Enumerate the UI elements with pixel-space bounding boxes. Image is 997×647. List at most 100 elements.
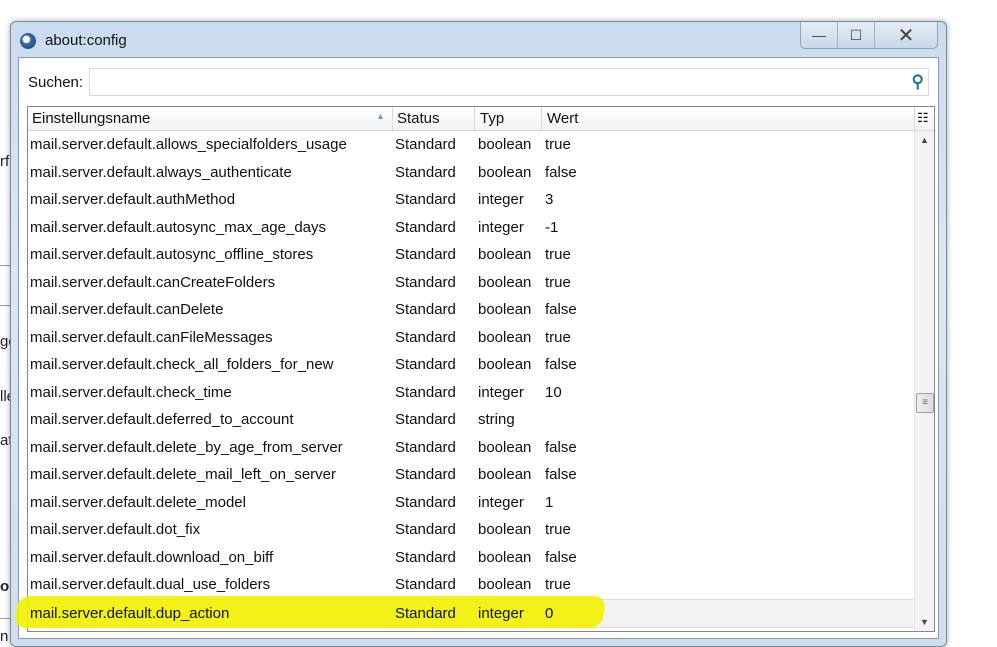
pref-status: Standard xyxy=(395,411,456,428)
pref-status: Standard xyxy=(395,218,456,236)
pref-type: boolean xyxy=(478,438,532,456)
pref-status: Standard xyxy=(395,576,456,593)
column-header-name[interactable]: Einstellungsname xyxy=(32,110,150,127)
pref-status: Standard xyxy=(395,383,456,401)
table-row[interactable]: mail.server.default.check_time Standard in… xyxy=(28,379,914,406)
pref-type: integer xyxy=(478,218,524,236)
pref-name: mail.server.default.autosync_max_age_day… xyxy=(30,218,327,236)
pref-value: 10 xyxy=(545,383,562,401)
column-header-value[interactable]: Wert xyxy=(547,110,578,127)
scroll-up-arrow-icon[interactable]: ▲ xyxy=(915,135,934,145)
pref-type: boolean xyxy=(478,328,532,346)
table-row[interactable]: mail.server.default.canFileMessages Stand… xyxy=(28,324,914,351)
thunderbird-icon xyxy=(20,33,36,49)
pref-value: true xyxy=(545,246,571,263)
background-text: n xyxy=(0,628,9,645)
pref-name: mail.server.default.canCreateFolders xyxy=(30,273,276,291)
pref-name: mail.server.default.download_on_biff xyxy=(30,548,274,566)
pref-name: mail.server.default.canFileMessages xyxy=(30,328,273,346)
pref-name: mail.server.default.check_all_folders_fo… xyxy=(30,356,334,373)
pref-type: boolean xyxy=(478,548,532,566)
about-config-window: about:config — ☐ ✕ Suchen: ⚲ Einstellung… xyxy=(10,21,947,647)
maximize-button[interactable]: ☐ xyxy=(837,22,874,48)
pref-type: integer xyxy=(478,604,524,622)
pref-name: mail.server.default.dual_use_folders xyxy=(30,576,271,593)
pref-status: Standard xyxy=(395,136,456,153)
pref-status: Standard xyxy=(395,521,456,538)
table-row[interactable]: mail.server.default.autosync_offline_sto… xyxy=(28,241,914,268)
table-row[interactable]: mail.server.default.canCreateFolders Stan… xyxy=(28,269,914,296)
close-button[interactable]: ✕ xyxy=(874,22,937,48)
pref-type: string xyxy=(478,411,515,428)
pref-type: boolean xyxy=(478,356,532,373)
pref-value: 3 xyxy=(545,191,554,208)
pref-name: mail.server.default.delete_mail_left_on_… xyxy=(30,466,336,483)
pref-value: false xyxy=(545,301,577,318)
pref-value: true xyxy=(545,136,571,153)
pref-name: mail.server.default.allows_specialfolder… xyxy=(30,136,347,153)
pref-type: integer xyxy=(478,493,524,511)
pref-value: true xyxy=(545,521,571,538)
scroll-down-arrow-icon[interactable]: ▼ xyxy=(915,617,934,627)
pref-name: mail.server.default.check_time xyxy=(30,383,232,401)
table-row[interactable]: mail.server.default.dual_use_folders Stan… xyxy=(28,571,914,598)
pref-status: Standard xyxy=(395,548,456,566)
pref-value: true xyxy=(545,328,571,346)
table-row[interactable]: mail.server.default.delete_by_age_from_s… xyxy=(28,434,914,461)
pref-type: boolean xyxy=(478,576,532,593)
pref-value: false xyxy=(545,356,577,373)
search-label: Suchen: xyxy=(28,74,84,91)
pref-name: mail.server.default.delete_model xyxy=(30,493,246,511)
pref-type: integer xyxy=(478,191,524,208)
table-row[interactable]: mail.server.default.check_all_folders_fo… xyxy=(28,351,914,378)
pref-value: true xyxy=(545,273,571,291)
pref-name: mail.server.default.dup_action xyxy=(30,604,230,622)
pref-value: false xyxy=(545,163,577,181)
pref-status: Standard xyxy=(395,466,456,483)
table-row[interactable]: mail.server.default.autosync_max_age_day… xyxy=(28,214,914,241)
pref-status: Standard xyxy=(395,604,456,622)
pref-type: boolean xyxy=(478,246,532,263)
pref-value: -1 xyxy=(545,218,559,236)
pref-type: integer xyxy=(478,383,524,401)
pref-value: 0 xyxy=(545,604,554,622)
column-header-status[interactable]: Status xyxy=(397,110,440,127)
pref-name: mail.server.default.dot_fix xyxy=(30,521,201,538)
pref-status: Standard xyxy=(395,246,456,263)
pref-type: boolean xyxy=(478,301,532,318)
pref-name: mail.server.default.authMethod xyxy=(30,191,236,208)
table-row[interactable]: mail.server.default.dot_fix Standard boole… xyxy=(28,516,914,543)
preferences-table: Einstellungsname ▲ Status Typ Wert ☷ mai… xyxy=(13,106,935,632)
table-row[interactable]: mail.server.default.delete_model Standard… xyxy=(28,489,914,516)
pref-name: mail.server.default.deferred_to_account xyxy=(30,411,294,428)
table-row[interactable]: mail.server.default.always_authenticate S… xyxy=(28,159,914,186)
sort-ascending-icon: ▲ xyxy=(376,111,385,121)
pref-value: 1 xyxy=(545,493,554,511)
pref-status: Standard xyxy=(395,273,456,291)
table-row[interactable]: mail.server.default.delete_mail_left_on_… xyxy=(28,461,914,488)
table-row[interactable]: mail.server.default.deferred_to_account S… xyxy=(28,406,914,433)
background-text: rf xyxy=(0,153,10,170)
table-row[interactable]: mail.server.default.authMethod Standard in… xyxy=(28,186,914,213)
pref-value: false xyxy=(545,466,577,483)
minimize-button[interactable]: — xyxy=(801,22,837,48)
column-header-type[interactable]: Typ xyxy=(480,110,504,127)
table-row[interactable]: mail.server.default.dup_action Standard in… xyxy=(13,595,914,628)
column-picker-icon[interactable]: ☷ xyxy=(917,110,929,126)
scrollbar-thumb[interactable]: ≡ xyxy=(916,393,934,413)
vertical-scrollbar[interactable]: ▲ ≡ ▼ xyxy=(914,131,934,631)
pref-value: true xyxy=(545,576,571,593)
pref-status: Standard xyxy=(395,493,456,511)
search-input[interactable]: ⚲ xyxy=(89,68,929,96)
pref-status: Standard xyxy=(395,438,456,456)
search-icon[interactable]: ⚲ xyxy=(912,72,924,92)
table-header: Einstellungsname ▲ Status Typ Wert ☷ xyxy=(28,107,934,131)
pref-type: boolean xyxy=(478,521,532,538)
table-row[interactable]: mail.server.default.allows_specialfolder… xyxy=(28,131,914,158)
pref-type: boolean xyxy=(478,163,532,181)
pref-value: false xyxy=(545,438,577,456)
pref-status: Standard xyxy=(395,163,456,181)
table-row[interactable]: mail.server.default.download_on_biff Stan… xyxy=(28,544,914,571)
pref-name: mail.server.default.canDelete xyxy=(30,301,224,318)
table-row[interactable]: mail.server.default.canDelete Standard boo… xyxy=(28,296,914,323)
